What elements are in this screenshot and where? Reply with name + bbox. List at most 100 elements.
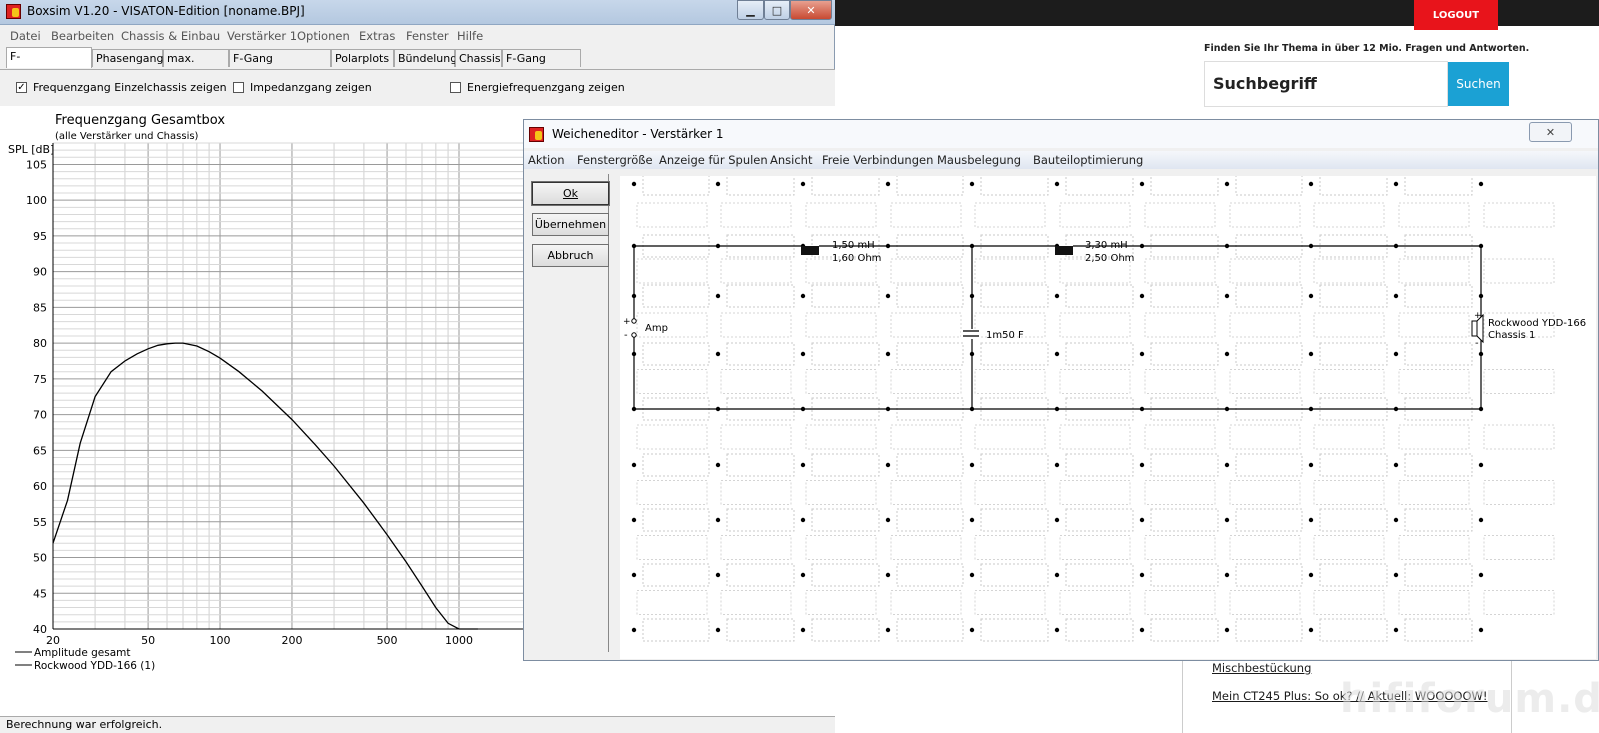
amp-terminal-plus[interactable] — [631, 318, 637, 324]
checkbox-icon[interactable]: ✓ — [16, 82, 27, 93]
menu-ansicht[interactable]: Ansicht — [770, 153, 812, 167]
logout-button[interactable]: LOGOUT — [1414, 0, 1498, 30]
menu-fenster[interactable]: Fenster — [406, 29, 449, 43]
checkbox-icon[interactable] — [450, 82, 461, 93]
close-button[interactable]: ✕ — [790, 0, 832, 20]
speaker-minus-sign: - — [1475, 338, 1479, 349]
chart-title: Frequenzgang Gesamtbox — [55, 113, 225, 128]
title-bar: Weicheneditor - Verstärker 1 ✕ — [524, 120, 1598, 148]
node-dot — [1308, 572, 1314, 578]
slot-horizontal — [1319, 172, 1388, 196]
weicheneditor-window: Weicheneditor - Verstärker 1 ✕ Aktion Fe… — [523, 119, 1599, 661]
thread-link[interactable]: Mischbestückung — [1212, 661, 1311, 675]
node-dot — [1308, 462, 1314, 468]
node-dot — [885, 351, 891, 357]
menu-mausbelegung[interactable]: Mausbelegung — [937, 153, 1021, 167]
node-dot — [1393, 462, 1399, 468]
capacitor[interactable] — [961, 329, 981, 339]
slot-vertical — [1483, 480, 1555, 505]
slot-vertical — [1059, 535, 1131, 560]
amp-label: Amp — [645, 323, 668, 334]
search-button[interactable]: Suchen — [1448, 62, 1509, 106]
minimize-button[interactable]: ▁ — [737, 0, 764, 20]
slot-horizontal — [811, 284, 880, 308]
slot-horizontal — [896, 453, 964, 477]
slot-vertical — [720, 369, 792, 394]
search-input[interactable]: Suchbegriff — [1204, 61, 1448, 107]
menu-bauteiloptimierung[interactable]: Bauteiloptimierung — [1033, 153, 1143, 167]
x-tick-label: 500 — [377, 634, 398, 647]
menu-anzeige-spulen[interactable]: Anzeige für Spulen — [659, 153, 768, 167]
slot-vertical — [720, 535, 792, 560]
close-icon: ✕ — [1545, 125, 1556, 139]
node-dot — [800, 462, 806, 468]
slot-horizontal — [811, 342, 880, 366]
node-dot — [1224, 572, 1230, 578]
slot-horizontal — [1065, 172, 1134, 196]
slot-horizontal — [980, 342, 1049, 366]
slot-vertical — [1144, 590, 1216, 615]
tab-fgang-elektr[interactable]: F-Gang elektr. — [502, 49, 581, 83]
menu-verstaerker[interactable]: Verstärker 1 — [227, 29, 297, 43]
coil-1[interactable] — [801, 246, 819, 255]
y-tick-label: 90 — [33, 266, 47, 279]
y-tick-label: 65 — [33, 444, 47, 457]
tab-polarplots[interactable]: Polarplots — [331, 49, 394, 67]
slot-vertical — [1398, 535, 1470, 560]
menu-hilfe[interactable]: Hilfe — [457, 29, 483, 43]
tab-chassis[interactable]: Chassis — [455, 49, 502, 67]
node-dot — [1393, 572, 1399, 578]
menu-chassis[interactable]: Chassis & Einbau — [121, 29, 220, 43]
coil-2-inductance: 3,30 mH — [1085, 240, 1128, 251]
slot-vertical — [1483, 590, 1555, 615]
menu-fenstergroesse[interactable]: Fenstergröße — [577, 153, 653, 167]
menu-freie-verbindungen[interactable]: Freie Verbindungen — [822, 153, 933, 167]
menu-optionen[interactable]: Optionen — [297, 29, 350, 43]
minimize-icon: ▁ — [746, 3, 755, 17]
node-dot — [1139, 293, 1145, 299]
amp-terminal-minus[interactable] — [631, 332, 637, 338]
checkbox-einzelchassis[interactable]: ✓ Frequenzgang Einzelchassis zeigen — [16, 81, 227, 94]
tab-fgang-richtungen[interactable]: F-Gang Richtungen — [229, 49, 331, 83]
node-dot — [1054, 517, 1060, 523]
node-dot — [1224, 351, 1230, 357]
node-dot — [715, 517, 721, 523]
node-dot — [1308, 351, 1314, 357]
schematic-canvas[interactable]: 1,50 mH 1,60 Ohm 3,30 mH 2,50 Ohm 1m50 F… — [620, 172, 1596, 659]
slot-vertical — [636, 590, 708, 615]
abbruch-button[interactable]: Abbruch — [532, 244, 609, 267]
slot-vertical — [1059, 312, 1131, 338]
checkbox-energiefrequenzgang[interactable]: Energiefrequenzgang zeigen — [450, 81, 625, 94]
checkbox-icon[interactable] — [233, 82, 244, 93]
tab-phasengang[interactable]: Phasengang — [92, 49, 164, 67]
node-dot — [1393, 181, 1399, 187]
tab-buendelung[interactable]: Bündelung — [394, 49, 457, 67]
coil-2[interactable] — [1055, 246, 1073, 255]
slot-horizontal — [1065, 453, 1134, 477]
menu-bearbeiten[interactable]: Bearbeiten — [51, 29, 114, 43]
node-dot — [1308, 181, 1314, 187]
checkbox-impedanzgang[interactable]: Impedanzgang zeigen — [233, 81, 372, 94]
amp-plus-sign: + — [623, 317, 631, 327]
slot-horizontal — [1319, 284, 1388, 308]
maximize-button[interactable]: □ — [764, 0, 790, 20]
slot-horizontal — [1065, 618, 1134, 642]
tab-max-pegel[interactable]: max. Pegel — [163, 49, 229, 83]
close-button[interactable]: ✕ — [1529, 122, 1572, 142]
ok-button[interactable]: Ok — [531, 181, 610, 206]
node-dot — [1139, 462, 1145, 468]
node-dot — [1139, 627, 1145, 633]
slot-vertical — [890, 258, 962, 284]
uebernehmen-button[interactable]: Übernehmen — [532, 213, 609, 236]
node-dot — [715, 627, 721, 633]
slot-vertical — [1313, 369, 1385, 394]
slot-vertical — [1483, 424, 1555, 450]
tab-fgang-imped[interactable]: F-Gang/Imped. — [6, 47, 92, 81]
menu-extras[interactable]: Extras — [359, 29, 395, 43]
slot-vertical — [636, 258, 708, 284]
slot-horizontal — [1065, 508, 1134, 532]
chart-subtitle: (alle Verstärker und Chassis) — [55, 131, 199, 142]
checkbox-label: Energiefrequenzgang zeigen — [467, 81, 625, 94]
menu-aktion[interactable]: Aktion — [528, 153, 565, 167]
menu-datei[interactable]: Datei — [10, 29, 41, 43]
